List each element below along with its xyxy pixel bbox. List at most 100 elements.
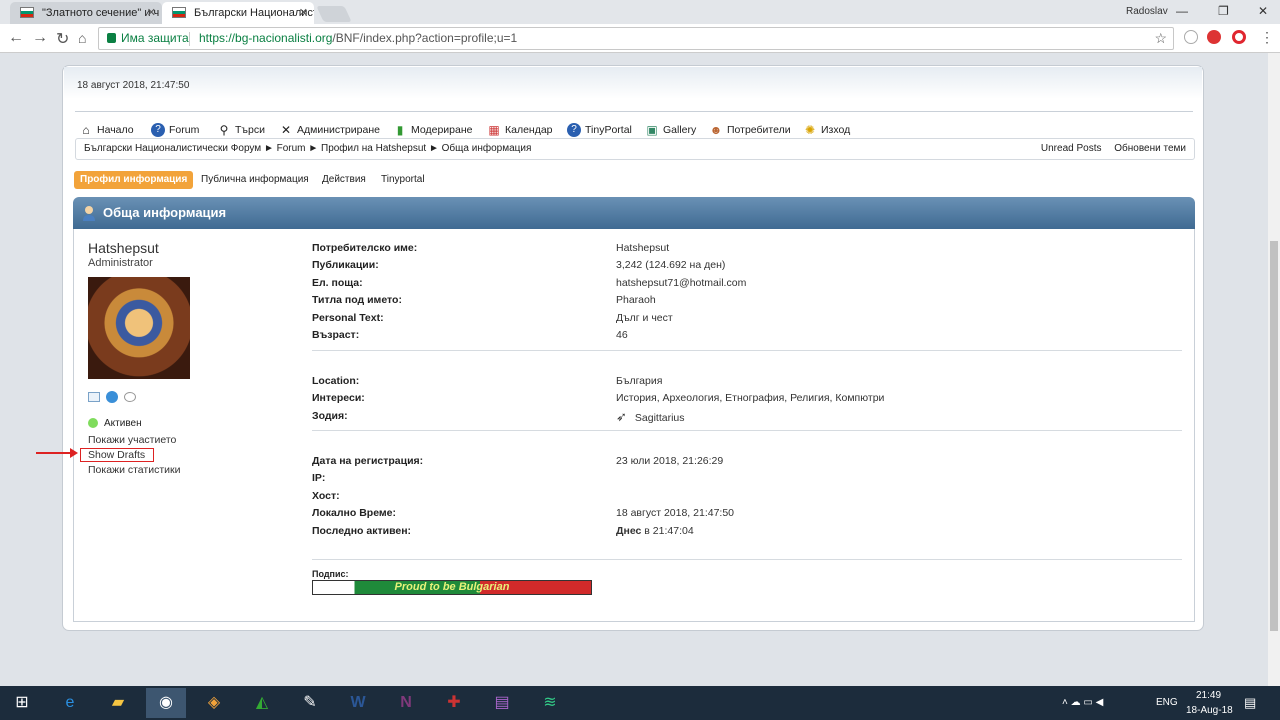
menu-item-users[interactable]: ☻ Потребители: [709, 120, 791, 140]
info-row: IP:: [312, 472, 326, 484]
bulgaria-flag-icon: [20, 7, 34, 18]
extension-icon[interactable]: [1184, 30, 1198, 44]
bookmark-star-icon[interactable]: ☆: [1154, 28, 1167, 49]
minimize-icon[interactable]: —: [1176, 4, 1188, 18]
profile-role: Administrator: [88, 257, 153, 269]
breadcrumb-current[interactable]: Обща информация: [442, 143, 532, 154]
uk-flag-icon[interactable]: ✚: [434, 688, 474, 718]
avatar: [88, 277, 190, 379]
browser-tab-2[interactable]: Български Националист ✕: [162, 2, 314, 24]
breadcrumb-links: Unread Posts Обновени теми: [1031, 139, 1186, 159]
clock-date[interactable]: 18-Aug-18: [1186, 704, 1233, 718]
tab-title: Български Националист: [194, 7, 314, 19]
sagittarius-icon: ➶: [616, 409, 627, 424]
app-icon[interactable]: ◈: [194, 688, 234, 718]
online-status: Активен: [88, 418, 142, 429]
tab-tinyportal[interactable]: Tinyportal: [381, 171, 425, 189]
menu-item-gallery[interactable]: ▣ Gallery: [645, 120, 696, 140]
app-icon[interactable]: ≋: [530, 688, 570, 718]
notepad-icon[interactable]: ✎: [290, 688, 330, 718]
red-arrow-icon: [36, 448, 78, 458]
app-icon[interactable]: ◭: [242, 688, 282, 718]
breadcrumb-link[interactable]: Профил на Hatshepsut: [321, 143, 426, 154]
clock-time[interactable]: 21:49: [1196, 689, 1221, 703]
bulgaria-flag-icon: [172, 7, 186, 18]
info-row: Хост:: [312, 490, 340, 502]
scrollbar-thumb[interactable]: [1270, 241, 1278, 631]
file-explorer-icon[interactable]: ▰: [98, 688, 138, 718]
menu-item-home[interactable]: ⌂ Начало: [79, 120, 133, 140]
chrome-icon[interactable]: ◉: [146, 688, 186, 718]
users-icon: ☻: [709, 123, 723, 137]
signature-label: Подпис:: [312, 569, 349, 579]
breadcrumb-separator: ►: [308, 143, 321, 154]
close-window-icon[interactable]: ✕: [1258, 4, 1268, 18]
breadcrumb-link[interactable]: Български Националистически Форум: [84, 143, 261, 154]
email-value[interactable]: hatshepsut71@hotmail.com: [616, 275, 746, 292]
word-icon[interactable]: W: [338, 688, 378, 718]
show-stats-link[interactable]: Покажи статистики: [88, 464, 180, 476]
menu-item-moderate[interactable]: ▮ Модериране: [393, 120, 473, 140]
link-icon[interactable]: [124, 392, 137, 403]
menu-item-logout[interactable]: ✺ Изход: [803, 120, 850, 140]
unread-posts-link[interactable]: Unread Posts: [1041, 143, 1102, 154]
bulb-icon: ✺: [804, 123, 816, 137]
menu-item-calendar[interactable]: ▦ Календар: [487, 120, 552, 140]
updated-topics-link[interactable]: Обновени теми: [1114, 143, 1186, 154]
breadcrumb-separator: ►: [263, 143, 277, 154]
edge-icon[interactable]: e: [50, 688, 90, 718]
forward-icon[interactable]: →: [32, 29, 48, 47]
taskbar: ⊞ e ▰ ◉ ◈ ◭ ✎ W N ✚ ▤ ≋ ˄ ☁ ▭ ◀ ENG 21:4…: [0, 686, 1280, 720]
back-icon[interactable]: ←: [8, 29, 24, 47]
info-row: Интереси: История, Археология, Етнография…: [312, 392, 885, 404]
breadcrumb: Български Националистически Форум ► Foru…: [75, 138, 1195, 160]
email-icon[interactable]: [88, 392, 100, 403]
info-row: Потребителско име: Hatshepsut: [312, 242, 670, 254]
reload-icon[interactable]: ↻: [56, 29, 69, 49]
show-drafts-link[interactable]: Show Drafts: [88, 449, 145, 461]
address-bar-row: ← → ↻ ⌂ Има защита https://bg-nacionalis…: [0, 24, 1280, 53]
language-indicator[interactable]: ENG: [1156, 686, 1178, 720]
current-date: 18 август 2018, 21:47:50: [77, 80, 190, 91]
tab-profile-info[interactable]: Профил информация: [74, 171, 194, 189]
breadcrumb-link[interactable]: Forum: [277, 143, 306, 154]
tray-icons[interactable]: ˄ ☁ ▭ ◀: [1062, 686, 1103, 720]
browser-tab-1[interactable]: "Златното сечение" и ч ✕: [10, 2, 162, 24]
forum-header: [64, 67, 1202, 99]
menu-icon[interactable]: ⋮: [1260, 29, 1274, 46]
onenote-icon[interactable]: N: [386, 688, 426, 718]
category-title: Обща информация: [103, 205, 227, 220]
tools-icon: ✕: [280, 123, 292, 137]
menu-item-search[interactable]: ⚲ Търси: [217, 120, 265, 140]
website-icon[interactable]: [106, 391, 119, 404]
home-icon[interactable]: ⌂: [78, 30, 86, 46]
app-icon[interactable]: ▤: [482, 688, 522, 718]
user-icon: [83, 206, 95, 221]
profile-body: Hatshepsut Administrator Активен Покажи …: [36, 229, 1195, 622]
forum-frame: 18 август 2018, 21:47:50 ⌂ Начало ? Forum …: [36, 65, 1204, 631]
menu-item-forum[interactable]: ? Forum: [151, 120, 199, 140]
restore-icon[interactable]: ❐: [1218, 4, 1229, 18]
security-label: Има защита: [121, 31, 189, 45]
close-tab-icon[interactable]: ✕: [299, 2, 308, 24]
help-icon: ?: [567, 123, 581, 137]
info-row: Последно активен: Днес в 21:47:04: [312, 525, 694, 537]
browser-user[interactable]: Radoslav: [1126, 6, 1168, 17]
close-tab-icon[interactable]: ✕: [147, 2, 156, 24]
address-input[interactable]: Има защита https://bg-nacionalisti.org/B…: [98, 27, 1174, 50]
signature-banner: Proud to be Bulgarian: [312, 580, 592, 595]
online-dot-icon: [88, 418, 98, 428]
show-posts-link[interactable]: Покажи участието: [88, 434, 176, 446]
notifications-icon[interactable]: ▤: [1244, 686, 1256, 720]
menu-item-tinyportal[interactable]: ? TinyPortal: [567, 120, 632, 140]
scrollbar[interactable]: [1268, 53, 1280, 686]
new-tab-button[interactable]: [316, 6, 352, 22]
tab-actions[interactable]: Действия: [322, 171, 366, 189]
tab-public-info[interactable]: Публична информация: [201, 171, 309, 189]
opera-icon[interactable]: [1232, 30, 1246, 44]
extension-icon[interactable]: [1207, 30, 1221, 44]
info-row: Локално Време: 18 август 2018, 21:47:50: [312, 507, 735, 519]
menu-item-admin[interactable]: ✕ Администриране: [279, 120, 380, 140]
breadcrumb-separator: ►: [428, 143, 442, 154]
start-button[interactable]: ⊞: [2, 688, 42, 718]
